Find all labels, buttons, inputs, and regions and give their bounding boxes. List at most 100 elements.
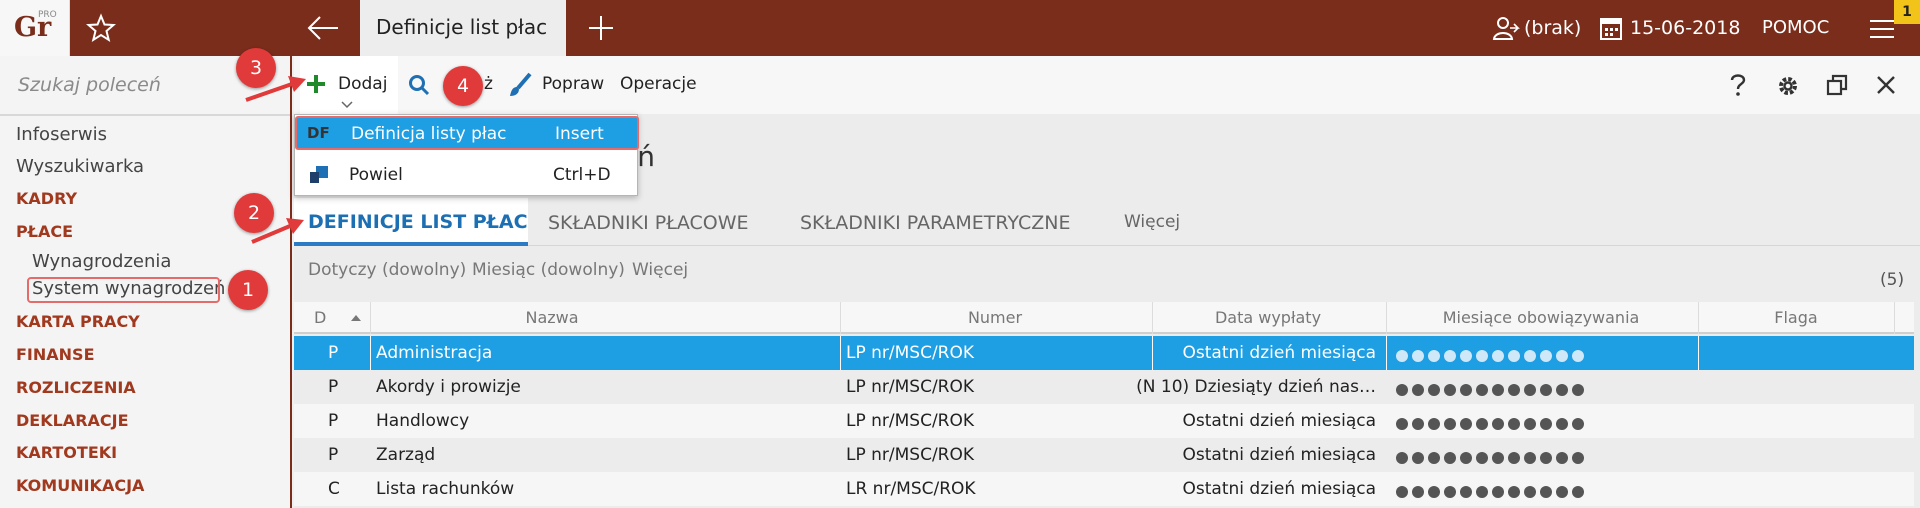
tabs-row — [294, 198, 1920, 246]
sidebar-item-kartoteki[interactable]: KARTOTEKI — [16, 443, 117, 462]
menu-item-label: Definicja listy płac — [351, 124, 507, 144]
cell-numer: LP nr/MSC/ROK — [846, 377, 975, 397]
column-separator — [840, 336, 841, 370]
column-header-data-wyplaty[interactable]: Data wypłaty — [1152, 308, 1384, 327]
sidebar-item-wynagrodzenia[interactable]: Wynagrodzenia — [32, 251, 171, 272]
column-header-miesiace[interactable]: Miesiące obowiązywania — [1386, 308, 1696, 327]
chevron-down-icon[interactable] — [340, 100, 354, 110]
sidebar-item-komunikacja[interactable]: KOMUNIKACJA — [16, 476, 144, 495]
cell-numer: LR nr/MSC/ROK — [846, 479, 976, 499]
add-plus-icon[interactable] — [306, 74, 326, 94]
month-dot — [1396, 418, 1408, 430]
month-dot — [1508, 452, 1520, 464]
add-dropdown-menu: DF Definicja listy płac Insert Powiel Ct… — [294, 114, 639, 196]
month-dot — [1428, 452, 1440, 464]
month-dot — [1396, 384, 1408, 396]
menu-hamburger-icon[interactable] — [1868, 18, 1896, 40]
active-window-tab[interactable]: Definicje list płac — [360, 0, 566, 56]
sidebar-item-finanse[interactable]: FINANSE — [16, 345, 95, 364]
month-dot — [1492, 350, 1504, 362]
column-header-flaga[interactable]: Flaga — [1698, 308, 1894, 327]
close-icon[interactable] — [1876, 75, 1896, 95]
sidebar-item-infoserwis[interactable]: Infoserwis — [16, 124, 107, 145]
table-row[interactable]: P Handlowcy LP nr/MSC/ROK Ostatni dzień mie… — [294, 404, 1914, 438]
filter-miesiac[interactable]: Miesiąc (dowolny) — [472, 260, 625, 280]
column-header-numer[interactable]: Numer — [840, 308, 1150, 327]
month-dot — [1524, 384, 1536, 396]
tab-wiecej[interactable]: Więcej — [1124, 212, 1180, 232]
tab-skladniki-placowe[interactable]: SKŁADNIKI PŁACOWE — [548, 212, 749, 234]
restore-window-icon[interactable] — [1826, 74, 1848, 96]
annotation-highlight-box — [27, 277, 220, 303]
month-dot — [1524, 486, 1536, 498]
month-dot — [1396, 350, 1408, 362]
command-search-input[interactable]: Szukaj poleceń — [18, 74, 161, 96]
new-tab-plus-icon[interactable] — [585, 12, 617, 44]
table-row[interactable]: P Administracja LP nr/MSC/ROK Ostatni dzień… — [294, 336, 1914, 370]
month-dot — [1460, 486, 1472, 498]
table-row[interactable]: P Zarząd LP nr/MSC/ROK Ostatni dzień miesią… — [294, 438, 1914, 472]
cell-numer: LP nr/MSC/ROK — [846, 343, 975, 363]
column-header-d[interactable]: D — [314, 308, 326, 327]
operations-button[interactable]: Operacje — [620, 74, 697, 94]
table-header: D Nazwa Numer Data wypłaty Miesiące obow… — [294, 302, 1914, 334]
settings-gear-icon[interactable] — [1776, 74, 1800, 98]
calendar-icon[interactable] — [1600, 16, 1622, 40]
menu-item-definicja-listy-plac[interactable]: DF Definicja listy płac Insert — [295, 116, 639, 150]
search-icon[interactable] — [408, 74, 430, 96]
months-indicator — [1396, 415, 1588, 430]
tab-definicje-list-plac[interactable]: DEFINICJE LIST PŁAC — [308, 211, 528, 233]
month-dot — [1572, 418, 1584, 430]
filter-dotyczy[interactable]: Dotyczy (dowolny) — [308, 260, 466, 280]
month-dot — [1492, 452, 1504, 464]
sidebar-item-rozliczenia[interactable]: ROZLICZENIA — [16, 378, 136, 397]
month-dot — [1476, 452, 1488, 464]
menu-item-powiel[interactable]: Powiel Ctrl+D — [295, 159, 639, 193]
current-date[interactable]: 15-06-2018 — [1630, 0, 1740, 56]
annotation-badge-2: 2 — [234, 193, 274, 233]
month-dot — [1524, 418, 1536, 430]
column-separator — [1152, 336, 1153, 370]
month-dot — [1460, 452, 1472, 464]
help-link[interactable]: POMOC — [1762, 0, 1829, 56]
sidebar-item-place[interactable]: PŁACE — [16, 222, 73, 241]
month-dot — [1572, 350, 1584, 362]
months-indicator — [1396, 381, 1588, 396]
month-dot — [1428, 418, 1440, 430]
brush-icon[interactable] — [508, 72, 532, 98]
month-dot — [1556, 384, 1568, 396]
search-underline — [0, 114, 290, 116]
column-separator — [370, 336, 371, 370]
favorite-star-icon[interactable] — [86, 13, 116, 43]
cell-d: C — [328, 479, 340, 499]
help-question-icon[interactable] — [1728, 72, 1748, 98]
cell-data-wyplaty: Ostatni dzień miesiąca — [1182, 343, 1376, 363]
user-icon[interactable] — [1492, 14, 1520, 42]
notification-badge[interactable]: 1 — [1894, 0, 1920, 24]
month-dot — [1412, 452, 1424, 464]
months-indicator — [1396, 449, 1588, 464]
menu-item-label: Powiel — [349, 165, 403, 185]
month-dot — [1428, 384, 1440, 396]
table-row[interactable]: C Lista rachunków LR nr/MSC/ROK Ostatni dzi… — [294, 472, 1914, 506]
annotation-badge-1: 1 — [228, 270, 268, 310]
add-button[interactable]: Dodaj — [338, 74, 387, 94]
sidebar-item-wyszukiwarka[interactable]: Wyszukiwarka — [16, 156, 144, 177]
column-header-nazwa[interactable]: Nazwa — [370, 308, 734, 327]
table-row[interactable]: P Akordy i prowizje LP nr/MSC/ROK (N 10) Dz… — [294, 370, 1914, 404]
month-dot — [1476, 486, 1488, 498]
sidebar-item-kadry[interactable]: KADRY — [16, 189, 77, 208]
edit-button[interactable]: Popraw — [542, 74, 604, 94]
month-dot — [1556, 350, 1568, 362]
month-dot — [1460, 384, 1472, 396]
user-name[interactable]: (brak) — [1524, 0, 1581, 56]
cell-data-wyplaty: Ostatni dzień miesiąca — [1182, 445, 1376, 465]
sidebar-item-karta-pracy[interactable]: KARTA PRACY — [16, 312, 140, 331]
month-dot — [1444, 350, 1456, 362]
sort-asc-icon[interactable] — [350, 314, 362, 322]
tab-skladniki-parametryczne[interactable]: SKŁADNIKI PARAMETRYCZNE — [800, 212, 1070, 234]
filter-wiecej[interactable]: Więcej — [632, 260, 688, 280]
sidebar-item-deklaracje[interactable]: DEKLARACJE — [16, 411, 129, 430]
back-arrow-icon[interactable] — [306, 14, 340, 42]
app-logo[interactable]: Gr PRO — [0, 0, 70, 56]
